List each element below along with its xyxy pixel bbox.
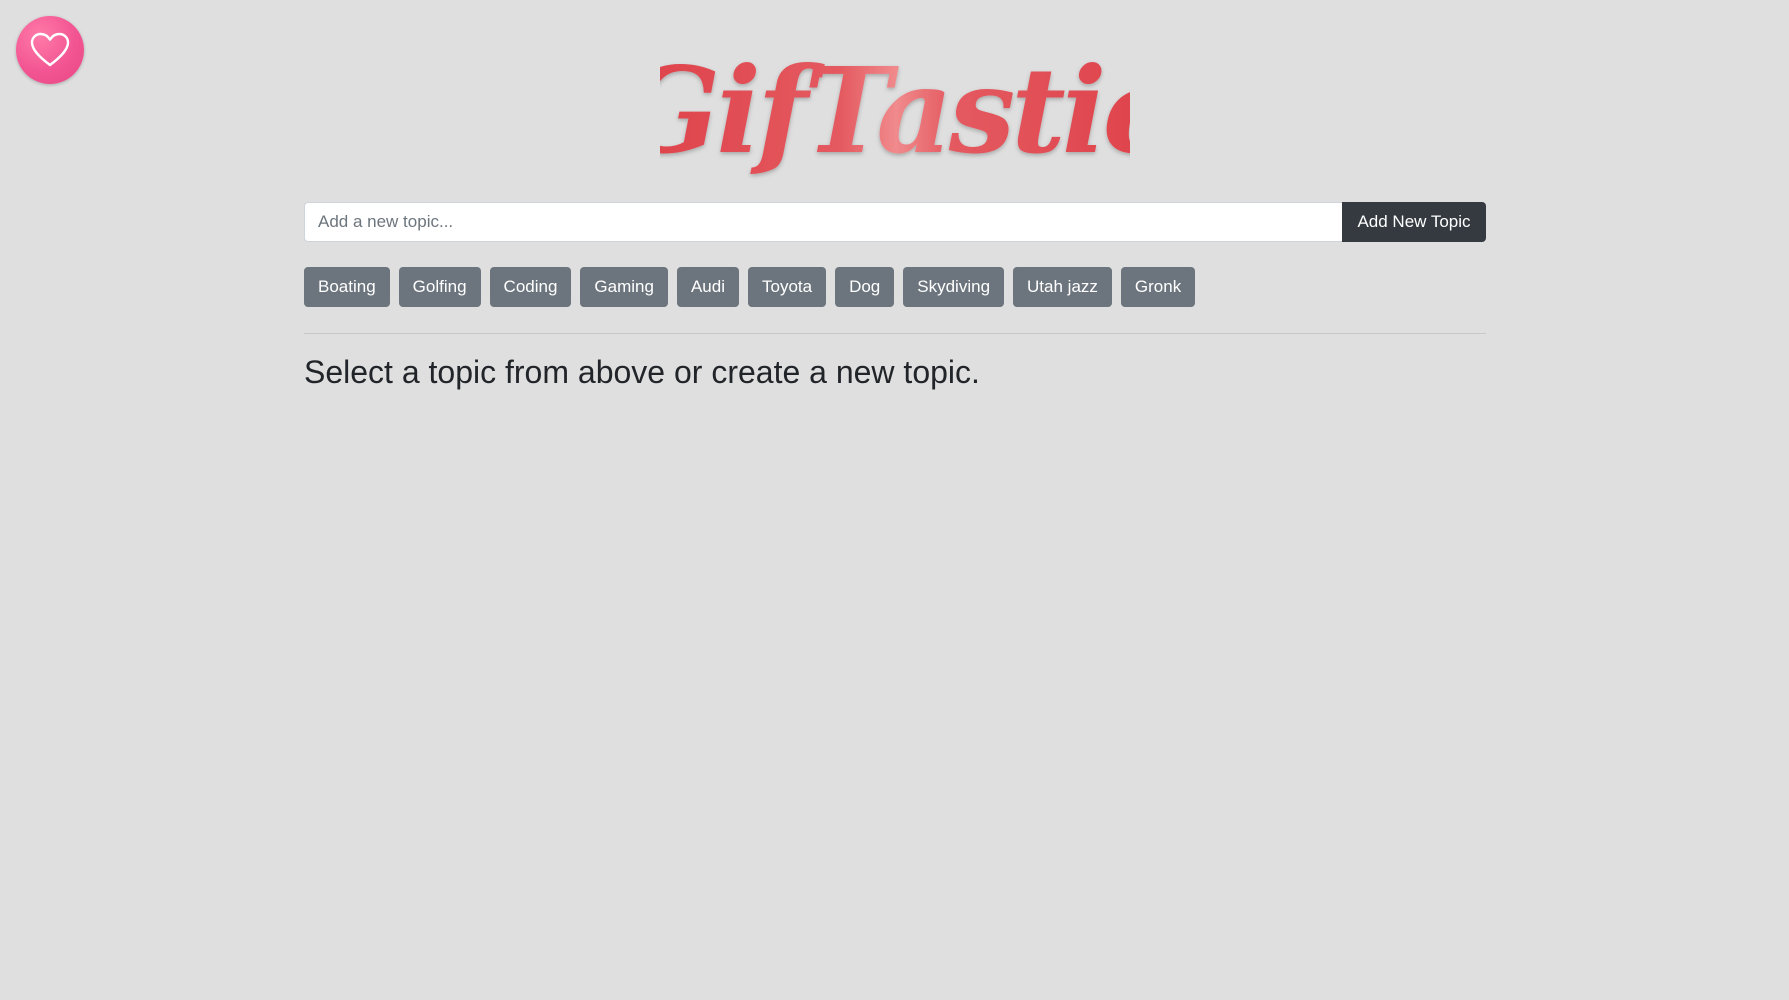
topic-button-dog[interactable]: Dog bbox=[835, 267, 895, 307]
logo-graphic: GifTastic bbox=[660, 41, 1130, 180]
page: GifTastic Add New Topic Boating Golfing … bbox=[0, 0, 1789, 1000]
topic-button-toyota[interactable]: Toyota bbox=[747, 267, 827, 307]
divider bbox=[304, 333, 1486, 334]
topic-button-gaming[interactable]: Gaming bbox=[580, 267, 668, 307]
topic-input[interactable] bbox=[304, 202, 1342, 242]
topic-button-boating[interactable]: Boating bbox=[304, 267, 390, 307]
topic-button-audi[interactable]: Audi bbox=[676, 267, 739, 307]
logo: GifTastic bbox=[304, 40, 1486, 180]
heart-icon bbox=[30, 32, 70, 67]
favorites-button[interactable] bbox=[16, 16, 84, 84]
empty-state-message: Select a topic from above or create a ne… bbox=[304, 354, 980, 390]
topic-button-skydiving[interactable]: Skydiving bbox=[903, 267, 1005, 307]
topic-button-coding[interactable]: Coding bbox=[489, 267, 572, 307]
topic-button-golfing[interactable]: Golfing bbox=[398, 267, 481, 307]
add-topic-button[interactable]: Add New Topic bbox=[1342, 202, 1486, 242]
topic-buttons: Boating Golfing Coding Gaming Audi Toyot… bbox=[304, 267, 1486, 307]
topic-button-utah-jazz[interactable]: Utah jazz bbox=[1013, 267, 1112, 307]
add-topic-form: Add New Topic bbox=[304, 202, 1486, 242]
logo-text: GifTastic bbox=[660, 41, 1130, 180]
topic-button-gronk[interactable]: Gronk bbox=[1120, 267, 1196, 307]
